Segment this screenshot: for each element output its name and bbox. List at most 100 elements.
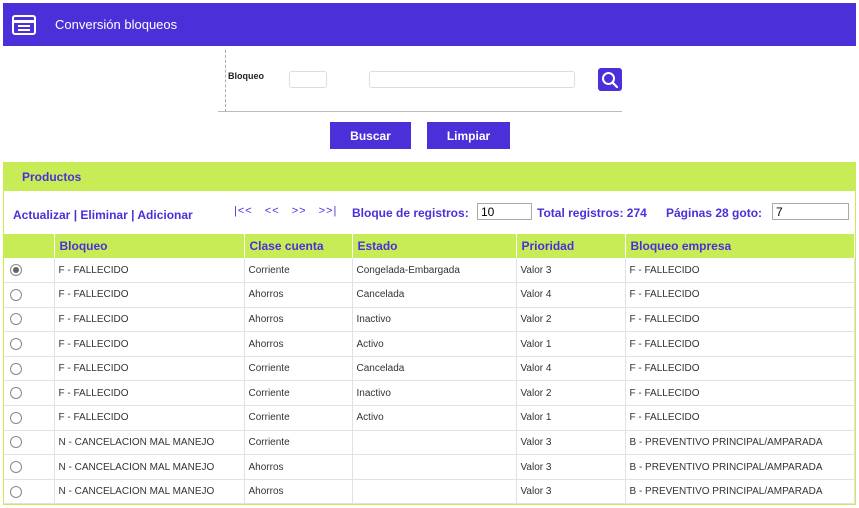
row-select-cell — [4, 307, 55, 333]
next-page-button[interactable]: >> — [292, 205, 307, 217]
row-select-cell — [4, 430, 55, 456]
column-header[interactable]: Clase cuenta — [244, 234, 353, 258]
table-cell — [352, 454, 517, 480]
filter-section: Bloqueo — [218, 50, 622, 112]
table-row[interactable]: N - CANCELACION MAL MANEJO Ahorros Valor 3… — [4, 454, 855, 480]
table-cell: Corriente — [244, 258, 353, 284]
table-cell: F - FALLECIDO — [54, 282, 245, 308]
limpiar-button[interactable]: Limpiar — [427, 122, 510, 149]
table-row[interactable]: N - CANCELACION MAL MANEJO Corriente Valor… — [4, 430, 855, 456]
table-row[interactable]: F - FALLECIDO Ahorros Cancelada Valor 4F - … — [4, 282, 855, 308]
action-separator: | — [131, 208, 135, 222]
table-cell: N - CANCELACION MAL MANEJO — [54, 479, 245, 505]
table-cell: Valor 3 — [516, 258, 626, 284]
search-button[interactable] — [598, 68, 622, 91]
row-select-cell — [4, 405, 55, 431]
row-select-cell — [4, 282, 55, 308]
table-cell: Ahorros — [244, 454, 353, 480]
bloqueo-label: Bloqueo — [228, 71, 264, 81]
table-cell: Valor 4 — [516, 356, 626, 382]
table-cell: Valor 1 — [516, 331, 626, 357]
table-cell — [352, 430, 517, 456]
row-select-cell — [4, 258, 55, 284]
bloqueo-description-input[interactable] — [369, 71, 575, 88]
bloqueo-code-input[interactable] — [289, 71, 327, 88]
table-cell: Corriente — [244, 430, 353, 456]
table-cell: Corriente — [244, 356, 353, 382]
table-cell: Ahorros — [244, 331, 353, 357]
table-cell: Activo — [352, 405, 517, 431]
productos-panel: Productos Actualizar | Eliminar | Adicio… — [3, 162, 856, 505]
row-radio-button[interactable] — [10, 387, 22, 400]
row-radio-button[interactable] — [10, 264, 22, 277]
first-page-button[interactable]: |<< — [234, 205, 253, 217]
row-radio-button[interactable] — [10, 411, 22, 424]
title-bar: Conversión bloqueos — [3, 3, 856, 46]
table-cell: Corriente — [244, 380, 353, 407]
row-radio-button[interactable] — [10, 362, 22, 375]
table-cell: F - FALLECIDO — [54, 307, 245, 333]
table-row[interactable]: N - CANCELACION MAL MANEJO Ahorros Valor 3… — [4, 479, 855, 505]
table-cell: F - FALLECIDO — [54, 405, 245, 431]
row-radio-button[interactable] — [10, 461, 22, 474]
buscar-button[interactable]: Buscar — [330, 122, 411, 149]
table-row[interactable]: F - FALLECIDO Corriente Activo Valor 1F - F… — [4, 405, 855, 431]
column-header[interactable]: Prioridad — [516, 234, 626, 258]
table-cell: F - FALLECIDO — [54, 356, 245, 382]
actualizar-link[interactable]: Actualizar — [13, 208, 70, 222]
table-cell: Ahorros — [244, 479, 353, 505]
table-cell: F - FALLECIDO — [625, 380, 855, 407]
table-cell: Valor 3 — [516, 454, 626, 480]
search-icon — [602, 72, 619, 89]
block-size-label: Bloque de registros: — [352, 206, 469, 220]
table-cell: F - FALLECIDO — [54, 258, 245, 284]
row-radio-button[interactable] — [10, 485, 22, 498]
eliminar-link[interactable]: Eliminar — [80, 208, 127, 222]
table-row[interactable]: F - FALLECIDO Ahorros Activo Valor 1F - FAL… — [4, 331, 855, 357]
table-body: F - FALLECIDO Corriente Congelada-Embargad… — [4, 258, 855, 505]
table-cell: Cancelada — [352, 356, 517, 382]
row-radio-button[interactable] — [10, 313, 22, 326]
column-header[interactable]: Bloqueo empresa — [625, 234, 855, 258]
table-cell: F - FALLECIDO — [625, 405, 855, 431]
block-size-input[interactable] — [477, 203, 532, 220]
row-radio-button[interactable] — [10, 288, 22, 301]
table-cell: Congelada-Embargada — [352, 258, 517, 284]
grid-actions: Actualizar | Eliminar | Adicionar — [13, 208, 193, 222]
table-cell: Valor 4 — [516, 282, 626, 308]
table-cell: F - FALLECIDO — [54, 380, 245, 407]
row-select-cell — [4, 356, 55, 382]
row-radio-button[interactable] — [10, 436, 22, 449]
table-cell: Valor 2 — [516, 307, 626, 333]
row-select-cell — [4, 380, 55, 407]
row-select-cell — [4, 479, 55, 505]
table-cell: Ahorros — [244, 307, 353, 333]
row-radio-button[interactable] — [10, 338, 22, 351]
table-cell: Valor 3 — [516, 430, 626, 456]
column-header[interactable]: Bloqueo — [54, 234, 245, 258]
table-row[interactable]: F - FALLECIDO Corriente Congelada-Embargad… — [4, 258, 855, 284]
table-cell: Inactivo — [352, 307, 517, 333]
adicionar-link[interactable]: Adicionar — [137, 208, 192, 222]
table-cell: F - FALLECIDO — [625, 258, 855, 284]
previous-page-button[interactable]: << — [265, 205, 280, 217]
table-row[interactable]: F - FALLECIDO Corriente Cancelada Valor 4F … — [4, 356, 855, 382]
table-cell: Valor 3 — [516, 479, 626, 505]
table-cell: Corriente — [244, 405, 353, 431]
row-select-cell — [4, 454, 55, 480]
table-row[interactable]: F - FALLECIDO Ahorros Inactivo Valor 2F - F… — [4, 307, 855, 333]
table-cell: F - FALLECIDO — [625, 282, 855, 308]
column-header[interactable]: Estado — [352, 234, 517, 258]
total-records-label: Total registros: 274 — [537, 206, 647, 220]
table-cell: F - FALLECIDO — [625, 331, 855, 357]
row-select-cell — [4, 331, 55, 357]
goto-page-input[interactable] — [772, 203, 849, 220]
table-cell: Valor 1 — [516, 405, 626, 431]
action-separator: | — [73, 208, 78, 222]
last-page-button[interactable]: >>| — [319, 205, 338, 217]
productos-table: Bloqueo Clase cuenta Estado Prioridad Bl… — [4, 234, 855, 505]
table-row[interactable]: F - FALLECIDO Corriente Inactivo Valor 2F -… — [4, 380, 855, 407]
table-cell: Cancelada — [352, 282, 517, 308]
table-cell: N - CANCELACION MAL MANEJO — [54, 430, 245, 456]
grid-toolbar: Actualizar | Eliminar | Adicionar |<< <<… — [4, 201, 855, 225]
